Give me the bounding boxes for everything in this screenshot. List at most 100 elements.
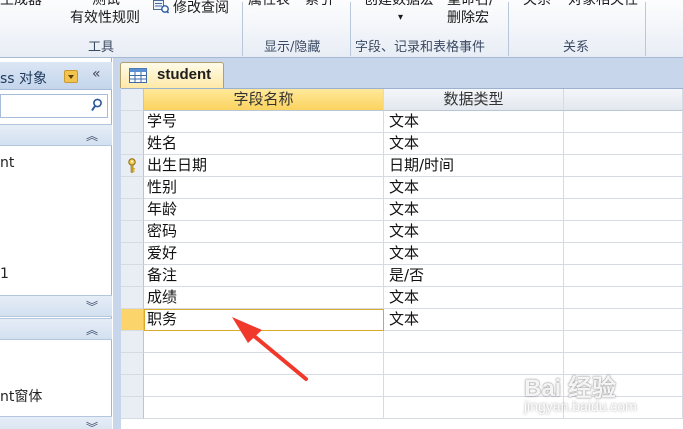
nav-pane-menu-dropdown[interactable] bbox=[64, 70, 78, 83]
column-header-field-name[interactable]: 字段名称 bbox=[144, 89, 384, 111]
nav-pane-header[interactable]: ss 对象 « bbox=[0, 62, 112, 90]
description-cell[interactable] bbox=[564, 133, 683, 155]
field-name-cell[interactable] bbox=[144, 397, 384, 419]
description-cell[interactable] bbox=[564, 221, 683, 243]
row-selector[interactable] bbox=[121, 133, 144, 155]
description-cell[interactable] bbox=[564, 243, 683, 265]
data-type-cell[interactable]: 文本 bbox=[384, 133, 564, 155]
group-relationships-label: 关系 bbox=[563, 40, 590, 55]
nav-item-student-form[interactable]: nt窗体 bbox=[0, 386, 42, 406]
nav-pane-collapse-button[interactable]: « bbox=[92, 66, 101, 82]
test-rules-button-top[interactable]: 测试 bbox=[92, 0, 120, 8]
data-type-cell[interactable]: 文本 bbox=[384, 287, 564, 309]
ribbon-separator bbox=[242, 2, 243, 56]
field-name-cell[interactable]: 出生日期 bbox=[144, 155, 384, 177]
data-type-cell[interactable]: 文本 bbox=[384, 199, 564, 221]
row-selector[interactable] bbox=[121, 375, 144, 397]
search-icon[interactable] bbox=[91, 98, 103, 112]
data-type-cell[interactable]: 文本 bbox=[384, 243, 564, 265]
description-cell[interactable] bbox=[564, 155, 683, 177]
row-selector[interactable] bbox=[121, 353, 144, 375]
watermark-url: jingyan.baidu.com bbox=[524, 398, 637, 414]
header-selector[interactable] bbox=[121, 89, 144, 111]
navigation-pane: ss 对象 « ︽ nt 1 ︾ ︽ nt窗体 ︾ bbox=[0, 58, 112, 429]
field-name-cell[interactable]: 职务 bbox=[144, 309, 384, 331]
field-name-cell[interactable] bbox=[144, 353, 384, 375]
row-selector[interactable] bbox=[121, 309, 144, 331]
nav-section-header-tables[interactable]: ︽ bbox=[0, 124, 112, 146]
data-type-cell[interactable]: 文本 bbox=[384, 111, 564, 133]
field-name-cell[interactable]: 爱好 bbox=[144, 243, 384, 265]
ribbon-separator bbox=[350, 2, 351, 56]
property-sheet-button[interactable]: 属性表 bbox=[248, 0, 290, 8]
data-type-cell[interactable]: 文本 bbox=[384, 309, 564, 331]
description-cell[interactable] bbox=[564, 111, 683, 133]
field-name-cell[interactable] bbox=[144, 375, 384, 397]
object-dependencies-button[interactable]: 对象相关性 bbox=[568, 0, 638, 8]
field-name-cell[interactable]: 姓名 bbox=[144, 133, 384, 155]
tab-student[interactable]: student bbox=[120, 62, 224, 88]
nav-search-box bbox=[0, 94, 108, 118]
indexes-button[interactable]: 索引 bbox=[305, 0, 333, 8]
description-cell[interactable] bbox=[564, 177, 683, 199]
row-selector[interactable] bbox=[121, 155, 144, 177]
create-data-macros-arrow[interactable]: ▾ bbox=[398, 10, 403, 26]
primary-key-icon bbox=[128, 158, 136, 173]
group-tools-label: 工具 bbox=[88, 40, 115, 55]
modify-lookups-button[interactable]: 修改查阅 bbox=[173, 0, 229, 16]
description-cell[interactable] bbox=[564, 199, 683, 221]
modify-lookups-icon bbox=[153, 0, 169, 14]
data-type-cell[interactable]: 日期/时间 bbox=[384, 155, 564, 177]
expand-section-icon[interactable]: ︾ bbox=[86, 298, 98, 315]
group-events-label: 字段、记录和表格事件 bbox=[355, 40, 486, 55]
nav-section-header-forms[interactable]: ︽ bbox=[0, 318, 112, 340]
column-header-data-type[interactable]: 数据类型 bbox=[384, 89, 564, 111]
description-cell[interactable] bbox=[564, 331, 683, 353]
field-name-cell[interactable] bbox=[144, 331, 384, 353]
collapse-section-icon[interactable]: ︽ bbox=[86, 321, 98, 338]
test-rules-button[interactable]: 有效性规则 bbox=[70, 10, 140, 26]
description-cell[interactable] bbox=[564, 309, 683, 331]
nav-section-header-reports[interactable]: ︾ bbox=[0, 416, 112, 429]
create-data-macros-button[interactable]: 创建数据宏 bbox=[364, 0, 434, 8]
baidu-watermark: Bai 经验 jingyan.baidu.com bbox=[520, 368, 683, 429]
nav-search-input[interactable] bbox=[1, 95, 89, 117]
nav-item-student-table[interactable]: nt bbox=[0, 155, 14, 171]
field-name-cell[interactable]: 备注 bbox=[144, 265, 384, 287]
row-selector[interactable] bbox=[121, 287, 144, 309]
row-selector[interactable] bbox=[121, 111, 144, 133]
row-selector[interactable] bbox=[121, 397, 144, 419]
row-selector[interactable] bbox=[121, 243, 144, 265]
nav-section-header-queries[interactable]: ︾ bbox=[0, 295, 112, 317]
column-header-description[interactable] bbox=[564, 89, 683, 111]
ribbon: 生成器 测试 有效性规则 修改查阅 属性表 索引 创建数据宏 ▾ 重命名/ 删除… bbox=[0, 0, 683, 58]
field-name-cell[interactable]: 成绩 bbox=[144, 287, 384, 309]
table-icon bbox=[129, 68, 147, 83]
field-name-cell[interactable]: 性别 bbox=[144, 177, 384, 199]
relationships-button[interactable]: 关系 bbox=[523, 0, 551, 8]
data-type-cell[interactable] bbox=[384, 331, 564, 353]
row-selector[interactable] bbox=[121, 265, 144, 287]
collapse-section-icon[interactable]: ︽ bbox=[86, 127, 98, 144]
description-cell[interactable] bbox=[564, 287, 683, 309]
nav-pane-title: ss 对象 bbox=[0, 71, 48, 87]
row-selector[interactable] bbox=[121, 177, 144, 199]
ribbon-separator bbox=[645, 2, 646, 56]
field-name-cell[interactable]: 学号 bbox=[144, 111, 384, 133]
row-selector[interactable] bbox=[121, 331, 144, 353]
row-selector[interactable] bbox=[121, 221, 144, 243]
row-selector[interactable] bbox=[121, 199, 144, 221]
group-show-hide-label: 显示/隐藏 bbox=[264, 40, 321, 55]
nav-item-table[interactable]: 1 bbox=[0, 266, 9, 282]
data-type-cell[interactable]: 文本 bbox=[384, 177, 564, 199]
expand-section-icon[interactable]: ︾ bbox=[86, 419, 98, 429]
generator-button[interactable]: 生成器 bbox=[0, 0, 42, 8]
field-name-cell[interactable]: 密码 bbox=[144, 221, 384, 243]
data-type-cell[interactable]: 文本 bbox=[384, 221, 564, 243]
rename-macro-button-top[interactable]: 重命名/ bbox=[447, 0, 494, 8]
field-name-cell[interactable]: 年龄 bbox=[144, 199, 384, 221]
description-cell[interactable] bbox=[564, 265, 683, 287]
data-type-cell[interactable]: 是/否 bbox=[384, 265, 564, 287]
tab-label: student bbox=[157, 66, 212, 83]
rename-delete-macro-button[interactable]: 删除宏 bbox=[447, 10, 489, 26]
